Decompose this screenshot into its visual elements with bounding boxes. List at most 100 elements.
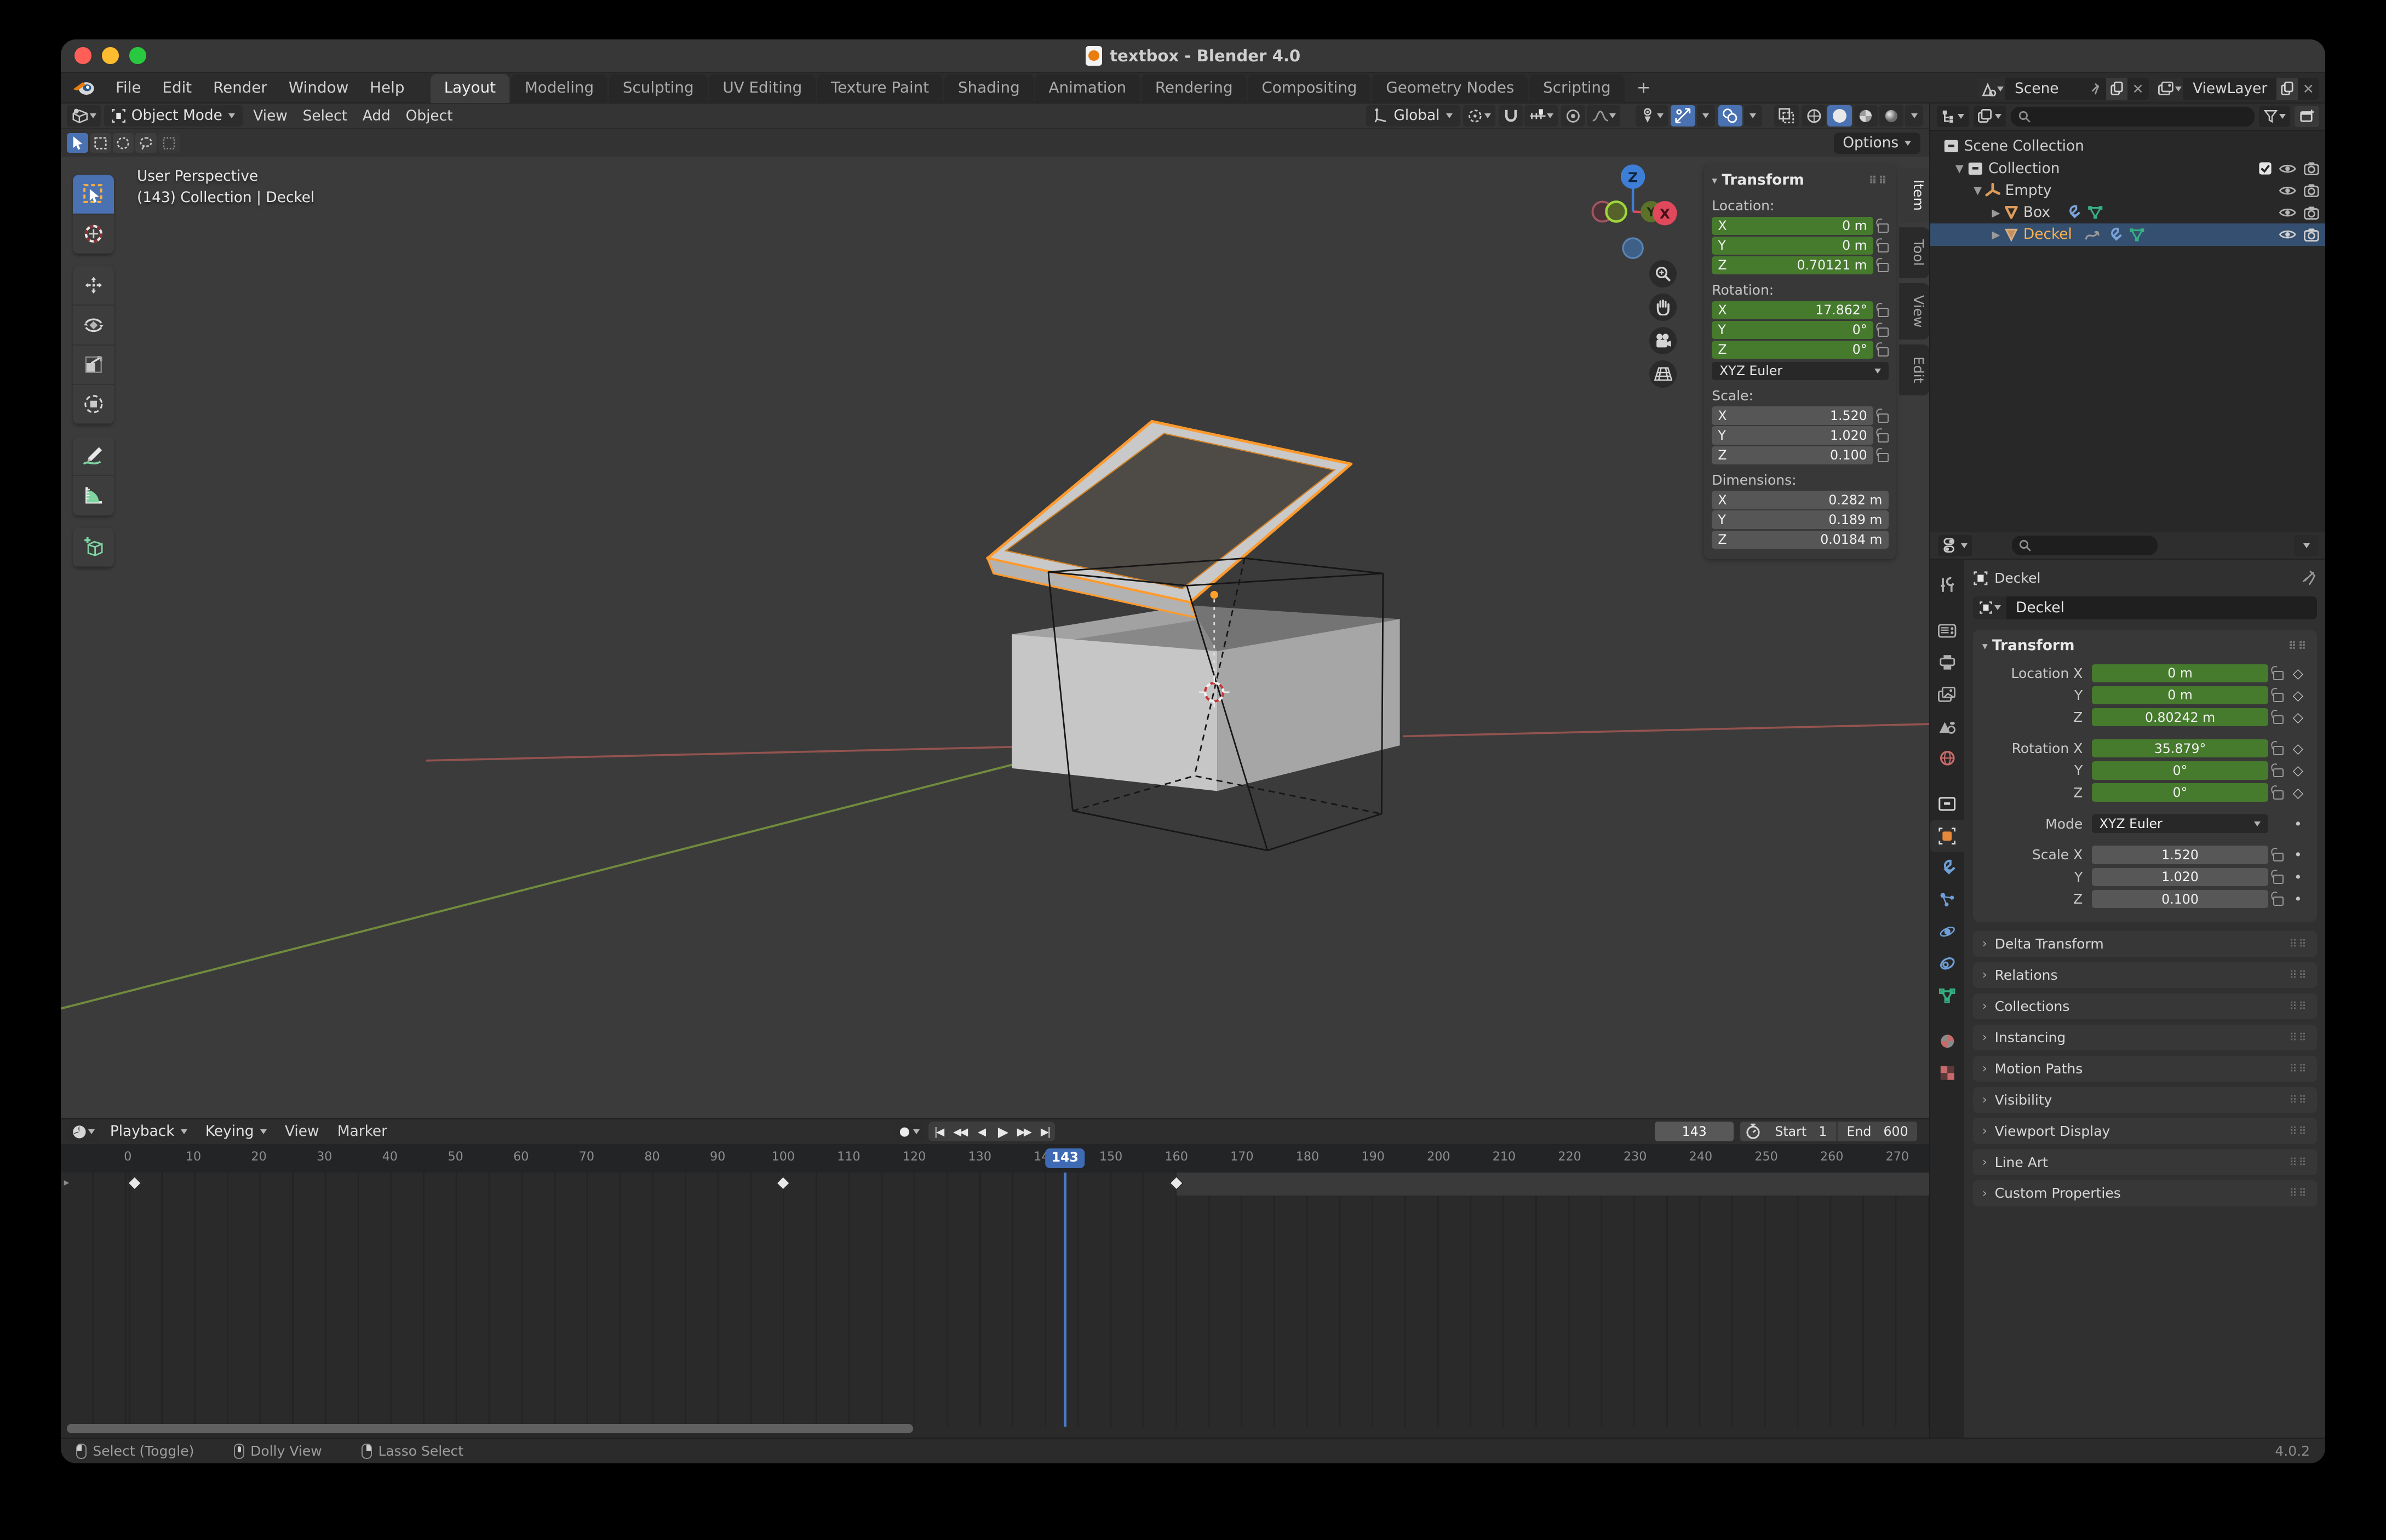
drag-dots-icon[interactable]: ⠿⠿	[2289, 1031, 2308, 1044]
exclude-checkbox-icon[interactable]	[2258, 162, 2272, 175]
lock-icon[interactable]	[1878, 308, 1888, 317]
snap-settings-dropdown[interactable]	[1524, 105, 1558, 127]
drag-dots-icon[interactable]: ⠿⠿	[2289, 640, 2308, 652]
timeline-ruler[interactable]: 2702602502402302202102001901801701601501…	[61, 1145, 1929, 1173]
new-scene-icon[interactable]	[2106, 78, 2127, 101]
current-frame-field[interactable]: 143	[1655, 1122, 1734, 1141]
shading-material-button[interactable]	[1854, 105, 1878, 127]
location-y-field[interactable]: 0 m	[2092, 686, 2268, 704]
disclosure-open-icon[interactable]: ▼	[1970, 184, 1986, 197]
timeline-marker-menu[interactable]: Marker	[330, 1123, 395, 1140]
proportional-editing-toggle[interactable]	[1561, 105, 1585, 127]
npanel-rotation-x-field[interactable]: X17.862°	[1712, 301, 1873, 319]
show-object-types-dropdown[interactable]	[1636, 105, 1668, 127]
timeline-channel-area[interactable]: ▸	[61, 1173, 1929, 1427]
lock-icon[interactable]	[2273, 746, 2284, 755]
workspace-tab[interactable]: Texture Paint	[817, 74, 943, 103]
options-button[interactable]: Options	[1834, 133, 1920, 154]
drag-dots-icon[interactable]: ⠿⠿	[2289, 969, 2308, 981]
timeline-editor-type-button[interactable]	[67, 1121, 99, 1142]
tab-render-icon[interactable]	[1930, 614, 1964, 646]
jump-to-start-button[interactable]: |◀	[928, 1122, 948, 1141]
tab-texture-icon[interactable]	[1930, 1058, 1964, 1089]
workspace-tab[interactable]: Geometry Nodes	[1372, 74, 1528, 103]
close-window-button[interactable]	[74, 47, 91, 64]
pan-hand-icon[interactable]	[1649, 294, 1677, 321]
npanel-location-x-field[interactable]: X0 m	[1712, 217, 1873, 235]
viewlayer-icon[interactable]	[2156, 78, 2183, 101]
tab-particles-icon[interactable]	[1930, 884, 1964, 916]
tab-collection-icon[interactable]	[1930, 788, 1964, 820]
rotation-y-field[interactable]: 0°	[2092, 761, 2268, 779]
keyframe-diamond[interactable]	[776, 1176, 790, 1191]
lock-icon[interactable]	[2273, 671, 2284, 680]
new-collection-button[interactable]	[2295, 106, 2319, 127]
scene-icon[interactable]	[1978, 78, 2005, 101]
outliner-filter-id-button[interactable]	[1974, 106, 2006, 127]
animate-dot-icon[interactable]: •	[2288, 847, 2308, 863]
npanel-tab[interactable]: Tool	[1899, 227, 1930, 278]
npanel-dim-y-field[interactable]: Y0.189 m	[1712, 510, 1888, 528]
camera-icon[interactable]	[2304, 162, 2319, 175]
npanel-scale-y-field[interactable]: Y1.020	[1712, 426, 1873, 444]
lock-icon[interactable]	[2273, 715, 2284, 725]
snap-toggle[interactable]	[1499, 105, 1523, 127]
keyframe-diamond-icon[interactable]: ◇	[2288, 665, 2308, 681]
properties-search-input[interactable]	[2012, 536, 2158, 555]
tab-physics-icon[interactable]	[1930, 916, 1964, 947]
pivot-point-dropdown[interactable]	[1463, 105, 1495, 127]
workspace-tab[interactable]: Sculpting	[609, 74, 708, 103]
properties-editor-type-button[interactable]	[1938, 535, 1972, 556]
tab-material-icon[interactable]	[1930, 1025, 1964, 1057]
xray-toggle[interactable]	[1774, 105, 1798, 127]
editor-type-button[interactable]	[67, 105, 101, 127]
drag-dots-icon[interactable]: ⠿⠿	[2289, 1125, 2308, 1137]
object-name-field[interactable]: Deckel	[1973, 596, 2317, 619]
timeline-scrollbar[interactable]	[67, 1424, 913, 1433]
remove-viewlayer-icon[interactable]: ✕	[2298, 78, 2319, 101]
eye-icon[interactable]	[2279, 228, 2296, 240]
tool-cursor-button[interactable]	[73, 215, 114, 254]
drag-dots-icon[interactable]: ⠿⠿	[2289, 1156, 2308, 1169]
workspace-tab[interactable]: UV Editing	[709, 74, 816, 103]
camera-view-icon[interactable]	[1649, 327, 1677, 354]
keying-menu[interactable]: Keying	[198, 1121, 274, 1142]
collapsed-panel[interactable]: › Visibility ⠿⠿	[1973, 1087, 2317, 1113]
collapsed-panel[interactable]: › Instancing ⠿⠿	[1973, 1025, 2317, 1050]
tab-object-icon[interactable]	[1930, 820, 1964, 852]
drag-dots-icon[interactable]: ⠿⠿	[2289, 1062, 2308, 1075]
rotation-mode-dropdown[interactable]: XYZ Euler	[2092, 814, 2268, 832]
workspace-tab[interactable]: Shading	[944, 74, 1034, 103]
workspace-tab[interactable]: Scripting	[1529, 74, 1624, 103]
scale-y-field[interactable]: 1.020	[2092, 868, 2268, 886]
npanel-dim-z-field[interactable]: Z0.0184 m	[1712, 531, 1888, 549]
location-z-field[interactable]: 0.80242 m	[2092, 708, 2268, 726]
lock-icon[interactable]	[2273, 897, 2284, 906]
npanel-scale-x-field[interactable]: X1.520	[1712, 406, 1873, 424]
scene-selector[interactable]: Scene ✕	[1978, 78, 2148, 101]
play-reverse-button[interactable]: ◀	[971, 1122, 991, 1141]
eye-icon[interactable]	[2279, 185, 2296, 197]
scale-z-field[interactable]: 0.100	[2092, 890, 2268, 908]
camera-icon[interactable]	[2304, 183, 2319, 197]
new-viewlayer-icon[interactable]	[2276, 78, 2298, 101]
collapsed-panel[interactable]: › Viewport Display ⠿⠿	[1973, 1118, 2317, 1143]
npanel-tab[interactable]: Edit	[1899, 344, 1930, 395]
tool-scale-button[interactable]	[73, 346, 114, 385]
tool-transform-button[interactable]	[73, 385, 114, 424]
outliner-display-mode-button[interactable]	[1937, 106, 1969, 127]
mode-dropdown[interactable]: Object Mode	[104, 105, 243, 127]
keyframe-diamond-icon[interactable]: ◇	[2288, 762, 2308, 778]
npanel-location-y-field[interactable]: Y0 m	[1712, 237, 1873, 255]
collapsed-panel[interactable]: › Delta Transform ⠿⠿	[1973, 931, 2317, 957]
lock-icon[interactable]	[1878, 433, 1888, 443]
npanel-rotation-mode-dropdown[interactable]: XYZ Euler	[1712, 362, 1888, 380]
workspace-tab[interactable]: Modeling	[511, 74, 607, 103]
lock-icon[interactable]	[1878, 263, 1888, 272]
keyframe-diamond-icon[interactable]: ◇	[2288, 709, 2308, 725]
tab-world-icon[interactable]	[1930, 743, 1964, 774]
animate-dot-icon[interactable]: •	[2288, 869, 2308, 885]
stopwatch-icon[interactable]	[1740, 1123, 1766, 1140]
channel-expand-icon[interactable]: ▸	[64, 1176, 70, 1188]
disclosure-closed-icon[interactable]: ▶	[1988, 206, 2004, 219]
